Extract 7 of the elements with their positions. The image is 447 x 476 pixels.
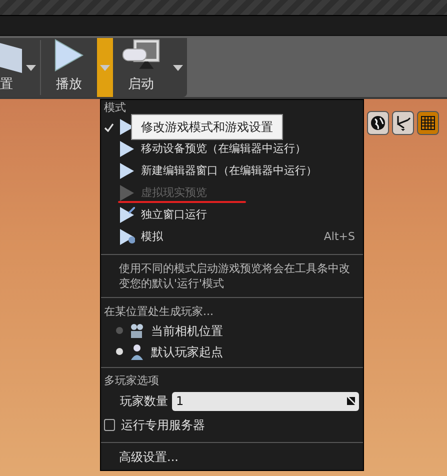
section-header: 多玩家选项 — [103, 373, 160, 389]
section-header: 模式 — [103, 100, 127, 116]
section-header: 在某位置处生成玩家... — [103, 304, 214, 320]
tooltip: 修改游戏模式和游戏设置 — [131, 114, 283, 140]
shortcut: Alt+S — [324, 228, 355, 245]
field-label: 玩家数量 — [120, 393, 168, 410]
description-text: 使用不同的模式启动游戏预览将会在工具条中改变您的默认'运行'模式 — [118, 261, 351, 291]
